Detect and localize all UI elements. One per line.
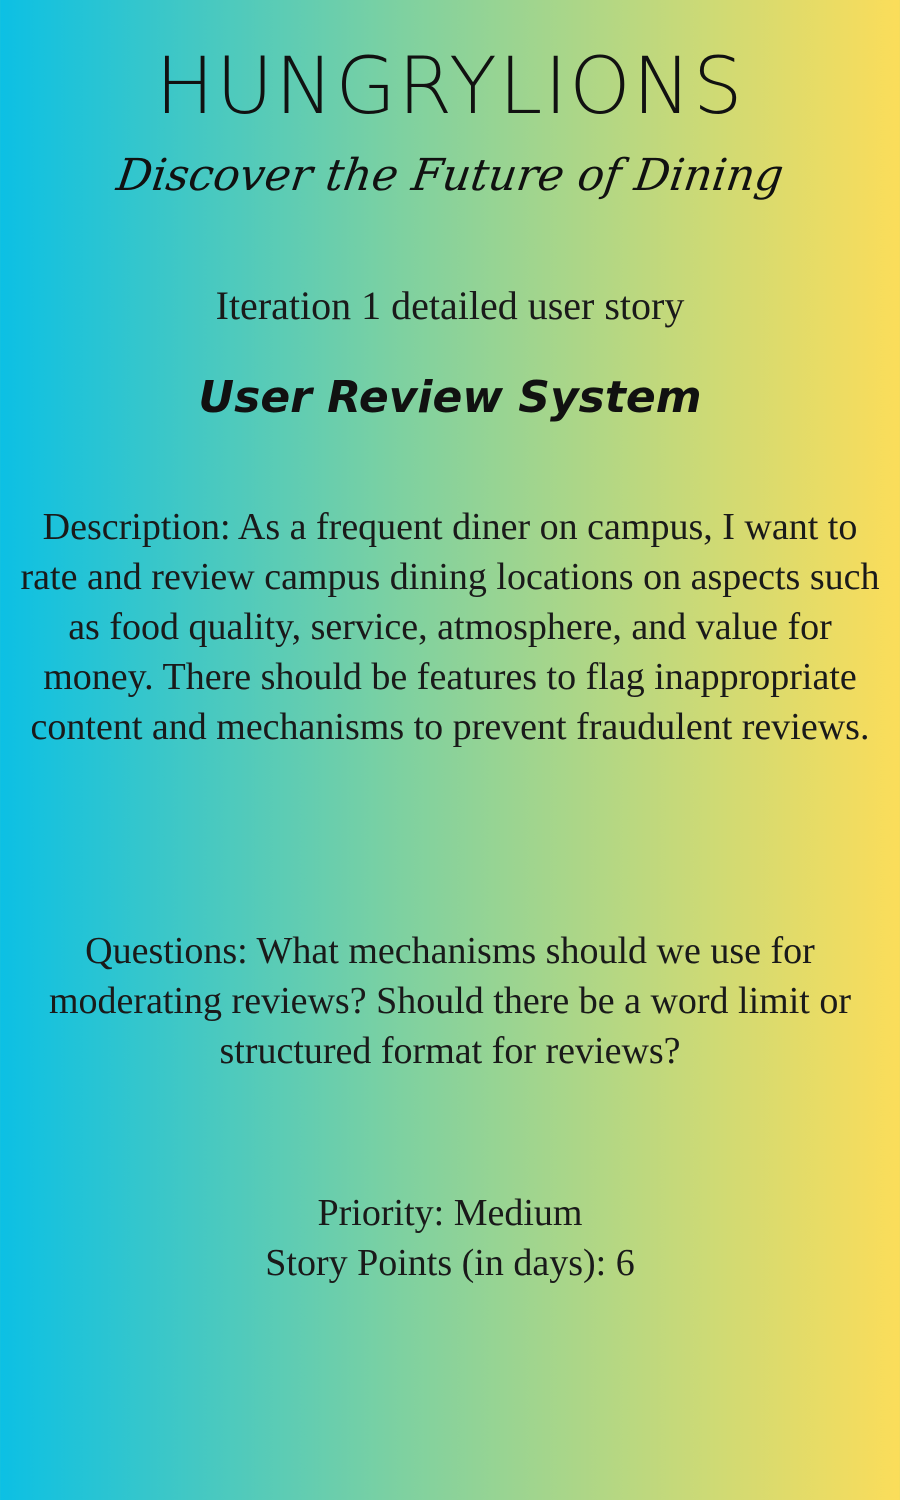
brand-logo: HUNGRYLIONS [155,42,745,132]
iteration-heading: Iteration 1 detailed user story [215,283,685,328]
story-priority: Priority: Medium [317,1192,583,1234]
user-story-card: HUNGRYLIONS Discover the Future of Dinin… [0,0,900,1500]
story-title: User Review System [198,372,702,423]
story-points: Story Points (in days): 6 [265,1242,635,1284]
story-questions: Questions: What mechanisms should we use… [48,930,851,1072]
brand-tagline: Discover the Future of Dining [113,150,787,201]
story-meta: Priority: Medium Story Points (in days):… [0,1188,900,1288]
story-description: Description: As a frequent diner on camp… [20,506,880,748]
